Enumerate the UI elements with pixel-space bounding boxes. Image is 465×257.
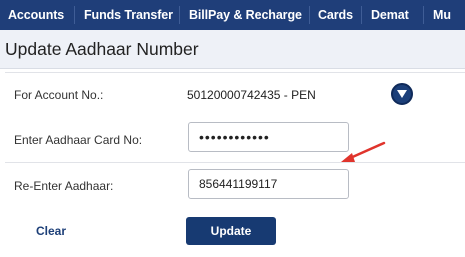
red-arrow-icon [341,141,386,162]
page-title: Update Aadhaar Number [5,39,199,59]
aadhaar-input[interactable] [188,122,349,152]
account-row: For Account No.: 50120000742435 - PEN [5,72,465,118]
nav-item-cards[interactable]: Cards [318,0,353,30]
page-title-bar: Update Aadhaar Number [0,30,465,69]
nav-divider [361,6,362,24]
nav-item-funds-transfer[interactable]: Funds Transfer [84,0,173,30]
account-dropdown-button[interactable] [391,83,413,105]
update-button[interactable]: Update [186,217,276,245]
chevron-down-icon [397,90,407,98]
account-number-value: 50120000742435 - PEN [187,88,316,102]
aadhaar-row: Enter Aadhaar Card No: [5,117,465,163]
account-label: For Account No.: [14,88,104,102]
reenter-aadhaar-row: Re-Enter Aadhaar: [5,163,465,208]
clear-link[interactable]: Clear [36,224,66,238]
nav-item-accounts[interactable]: Accounts [8,0,64,30]
reenter-aadhaar-input[interactable] [188,169,349,199]
nav-divider [74,6,75,24]
aadhaar-label: Enter Aadhaar Card No: [14,133,143,147]
nav-divider [309,6,310,24]
nav-divider [423,6,424,24]
nav-item-more[interactable]: Mu [433,0,451,30]
nav-item-demat[interactable]: Demat [371,0,409,30]
reenter-aadhaar-label: Re-Enter Aadhaar: [14,179,114,193]
nav-divider [179,6,180,24]
top-navigation-bar: Accounts Funds Transfer BillPay & Rechar… [0,0,465,30]
nav-item-billpay-recharge[interactable]: BillPay & Recharge [189,0,302,30]
